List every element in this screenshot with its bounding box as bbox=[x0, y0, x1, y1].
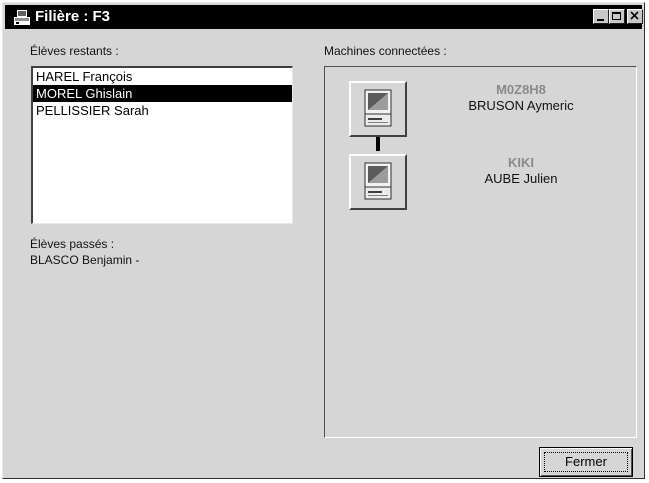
machine-user: BRUSON Aymeric bbox=[468, 98, 574, 113]
list-item[interactable]: PELLISSIER Sarah bbox=[33, 102, 292, 119]
app-icon bbox=[14, 10, 30, 25]
machine-name: M0Z8H8 bbox=[496, 82, 546, 97]
close-button[interactable]: Fermer bbox=[539, 447, 633, 477]
close-icon bbox=[630, 11, 639, 20]
passed-students-label: Élèves passés : bbox=[30, 237, 115, 251]
main-window: Filière : F3 Élèves restants : HAREL Fra… bbox=[2, 2, 645, 479]
machine-user: AUBE Julien bbox=[484, 171, 558, 186]
machine-item-m0z8h8[interactable] bbox=[349, 81, 407, 137]
connection-line bbox=[376, 137, 380, 151]
computer-icon bbox=[364, 162, 392, 200]
machine-item-kiki[interactable] bbox=[349, 154, 407, 210]
list-item-selected[interactable]: MOREL Ghislain bbox=[33, 85, 292, 102]
minimize-icon bbox=[597, 19, 604, 21]
close-window-button[interactable] bbox=[627, 9, 643, 24]
focus-rectangle bbox=[544, 452, 628, 472]
passed-students-value: BLASCO Benjamin - bbox=[30, 253, 140, 267]
title-bar[interactable]: Filière : F3 bbox=[5, 5, 643, 29]
maximize-icon bbox=[612, 12, 621, 20]
list-item[interactable]: HAREL François bbox=[33, 68, 292, 85]
computer-icon bbox=[364, 89, 392, 127]
maximize-button[interactable] bbox=[609, 9, 625, 24]
remaining-students-label: Élèves restants : bbox=[30, 44, 119, 58]
connected-machines-label: Machines connectées : bbox=[324, 44, 447, 58]
machine-name: KIKI bbox=[508, 155, 534, 170]
remaining-students-list[interactable]: HAREL François MOREL Ghislain PELLISSIER… bbox=[31, 66, 293, 224]
window-title: Filière : F3 bbox=[35, 8, 111, 25]
minimize-button[interactable] bbox=[593, 9, 609, 24]
